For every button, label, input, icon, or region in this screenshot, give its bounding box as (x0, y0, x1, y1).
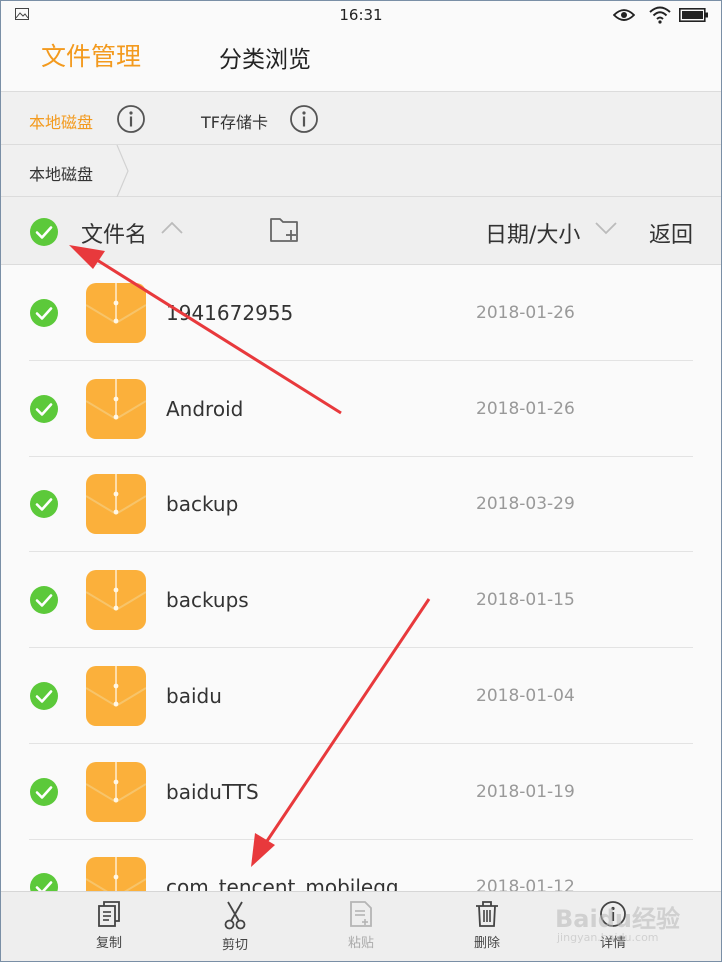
info-icon[interactable] (289, 104, 319, 134)
eye-icon (613, 9, 635, 21)
app-window: 16:31 文件管理 分类浏览 本地磁盘 TF存储卡 本地磁盘 文件名 日期/大… (0, 0, 722, 962)
tab-local-disk[interactable]: 本地磁盘 (29, 109, 93, 133)
folder-icon (86, 474, 146, 534)
paste-label: 粘贴 (347, 936, 374, 951)
folder-icon (86, 857, 146, 891)
battery-icon (679, 8, 708, 22)
check-circle-icon[interactable] (29, 298, 59, 328)
tab-file-manager[interactable]: 文件管理 (41, 37, 141, 73)
file-date: 2018-03-29 (476, 494, 575, 514)
info-icon[interactable] (116, 104, 146, 134)
check-circle-icon[interactable] (29, 489, 59, 519)
breadcrumb-item-local-disk[interactable]: 本地磁盘 (29, 161, 93, 185)
top-tabs: 文件管理 分类浏览 (1, 29, 721, 91)
chevron-up-icon[interactable] (161, 221, 183, 235)
folder-icon (86, 570, 146, 630)
file-name: Android (166, 397, 244, 421)
check-circle-icon[interactable] (29, 872, 59, 891)
file-name: 1941672955 (166, 301, 294, 325)
file-row[interactable]: 1941672955 2018-01-26 (1, 265, 721, 361)
file-row[interactable]: backup 2018-03-29 (1, 456, 721, 552)
storage-tabs: 本地磁盘 TF存储卡 (1, 91, 721, 145)
breadcrumb: 本地磁盘 (1, 145, 721, 197)
folder-icon (86, 379, 146, 439)
copy-icon (98, 901, 120, 927)
watermark-brand: Baidu经验 (555, 905, 680, 933)
copy-label: 复制 (95, 936, 122, 951)
file-list: 1941672955 2018-01-26 Android 2018-01-26 bac… (1, 265, 721, 891)
wifi-icon (649, 6, 671, 24)
watermark-url: jingyan.baidu.com (557, 931, 659, 944)
folder-icon (86, 762, 146, 822)
folder-icon (86, 666, 146, 726)
breadcrumb-chevron-icon (116, 145, 129, 197)
delete-button[interactable]: 删除 (457, 900, 517, 951)
file-date: 2018-01-26 (476, 303, 575, 323)
scissors-icon (224, 901, 246, 930)
copy-button[interactable]: 复制 (79, 900, 139, 951)
file-name: baiduTTS (166, 780, 259, 804)
folder-icon (86, 283, 146, 343)
file-row[interactable]: backups 2018-01-15 (1, 552, 721, 648)
cut-label: 剪切 (221, 938, 248, 953)
trash-icon (476, 901, 498, 927)
file-name: com_tencent_mobileqq (166, 875, 399, 891)
file-name: backup (166, 492, 239, 516)
file-date: 2018-01-04 (476, 686, 575, 706)
select-all-check-icon[interactable] (29, 217, 59, 247)
file-row[interactable]: Android 2018-01-26 (1, 361, 721, 457)
tab-tf-card[interactable]: TF存储卡 (201, 109, 268, 133)
file-date: 2018-01-15 (476, 590, 575, 610)
column-header-date-size[interactable]: 日期/大小 (485, 217, 580, 249)
new-folder-icon[interactable] (269, 215, 301, 243)
list-header: 文件名 日期/大小 返回 (1, 197, 721, 265)
file-date: 2018-01-19 (476, 782, 575, 802)
delete-label: 删除 (473, 936, 500, 951)
chevron-down-icon[interactable] (595, 221, 617, 235)
check-circle-icon[interactable] (29, 777, 59, 807)
back-button[interactable]: 返回 (649, 217, 693, 249)
file-row[interactable]: baiduTTS 2018-01-19 (1, 744, 721, 840)
paste-button[interactable]: 粘贴 (331, 900, 391, 951)
column-header-name[interactable]: 文件名 (81, 217, 147, 249)
paste-icon (350, 901, 372, 927)
tab-category-browse[interactable]: 分类浏览 (219, 40, 311, 74)
check-circle-icon[interactable] (29, 394, 59, 424)
check-circle-icon[interactable] (29, 585, 59, 615)
file-row[interactable]: baidu 2018-01-04 (1, 648, 721, 744)
file-name: backups (166, 588, 249, 612)
file-date: 2018-01-26 (476, 399, 575, 419)
baidu-watermark: Baidu经验 jingyan.baidu.com (551, 881, 721, 961)
file-name: baidu (166, 684, 222, 708)
cut-button[interactable]: 剪切 (205, 900, 265, 953)
check-circle-icon[interactable] (29, 681, 59, 711)
status-bar: 16:31 (1, 1, 721, 29)
